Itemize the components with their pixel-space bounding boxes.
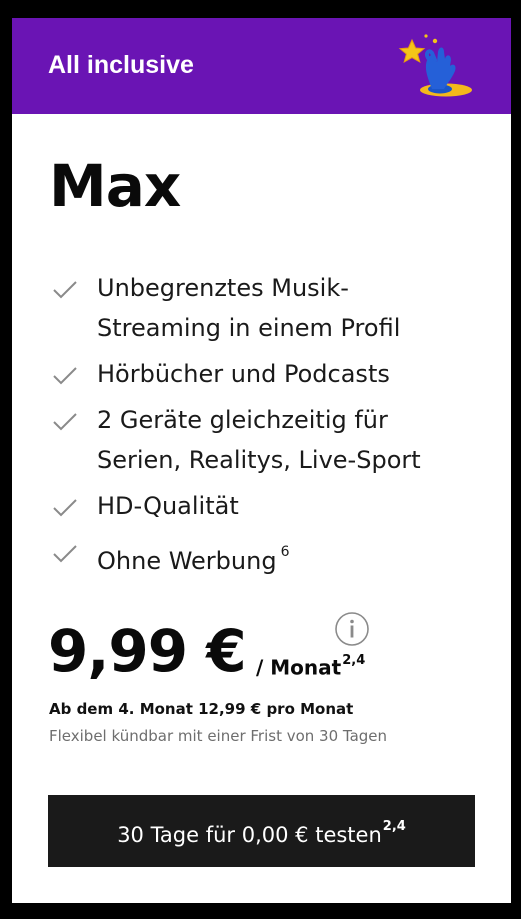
check-icon bbox=[53, 545, 77, 563]
feature-text: Serien, Realitys, Live-Sport bbox=[97, 446, 421, 474]
footnote-marker: 6 bbox=[280, 544, 290, 560]
plan-banner: All inclusive bbox=[12, 18, 511, 114]
star-hand-icon bbox=[398, 34, 472, 97]
feature-text: HD-Qualität bbox=[97, 492, 239, 520]
feature-text: Hörbücher und Podcasts bbox=[97, 360, 390, 388]
check-icon bbox=[53, 281, 77, 299]
trial-button-label: 30 Tage für 0,00 € testen bbox=[117, 823, 382, 847]
plan-card: All inclusive Max Unbegrenztes Musik- St… bbox=[12, 18, 511, 903]
footnote-marker: 2,4 bbox=[382, 819, 406, 834]
footnote-marker: 2,4 bbox=[342, 653, 366, 668]
plan-name: Max bbox=[49, 152, 181, 220]
price-after-note: Ab dem 4. Monat 12,99 € pro Monat bbox=[49, 700, 354, 718]
banner-title: All inclusive bbox=[48, 51, 194, 79]
check-icon bbox=[53, 367, 77, 385]
info-icon[interactable] bbox=[334, 611, 370, 647]
price-amount: 9,99 € bbox=[48, 617, 247, 685]
feature-text: Unbegrenztes Musik- bbox=[97, 274, 349, 302]
feature-text: 2 Geräte gleichzeitig für bbox=[97, 406, 388, 434]
feature-label: Ohne Werbung bbox=[97, 547, 277, 575]
check-icon bbox=[53, 413, 77, 431]
check-icon bbox=[53, 499, 77, 517]
cancellation-note: Flexibel kündbar mit einer Frist von 30 … bbox=[49, 727, 388, 745]
feature-text: Streaming in einem Profil bbox=[97, 314, 401, 342]
feature-text: Ohne Werbung 6 bbox=[97, 536, 289, 581]
price-unit-label: / Monat bbox=[256, 655, 342, 680]
trial-button[interactable]: 30 Tage für 0,00 € testen2,4 bbox=[48, 795, 475, 867]
price-unit: / Monat2,4 bbox=[256, 651, 365, 681]
